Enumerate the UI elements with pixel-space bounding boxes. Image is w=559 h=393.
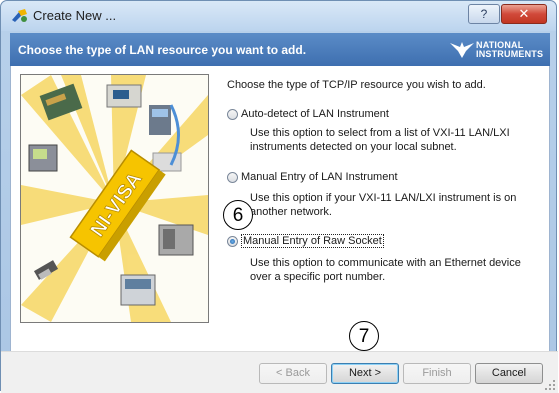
- wizard-header: Choose the type of LAN resource you want…: [10, 33, 550, 66]
- radio-manual-lan-instrument[interactable]: Manual Entry of LAN Instrument: [227, 171, 398, 183]
- auto-detect-description: Use this option to select from a list of…: [250, 127, 510, 153]
- radio-manual-lan-label[interactable]: Manual Entry of LAN Instrument: [241, 171, 398, 183]
- step-6-callout: 6: [223, 200, 253, 230]
- eagle-icon: [450, 42, 474, 58]
- resize-grip-icon[interactable]: [544, 379, 556, 391]
- help-button[interactable]: ?: [468, 4, 500, 24]
- raw-socket-description: Use this option to communicate with an E…: [250, 257, 521, 283]
- radio-manual-raw-socket[interactable]: Manual Entry of Raw Socket: [227, 234, 384, 249]
- radio-auto-detect[interactable]: Auto-detect of LAN Instrument: [227, 108, 389, 120]
- finish-button[interactable]: Finish: [403, 363, 471, 384]
- next-button[interactable]: Next >: [331, 363, 399, 384]
- step-7-callout: 7: [349, 321, 379, 351]
- wizard-content: NI-VISA Choose the type of TCP/IP resour…: [10, 66, 550, 351]
- ni-logo: NATIONAL INSTRUMENTS: [450, 39, 546, 61]
- header-title: Choose the type of LAN resource you want…: [18, 43, 307, 57]
- cancel-button[interactable]: Cancel: [475, 363, 543, 384]
- radio-auto-detect-circle[interactable]: [227, 108, 238, 120]
- ni-app-icon: [12, 9, 27, 22]
- radio-raw-socket-label[interactable]: Manual Entry of Raw Socket: [241, 234, 384, 249]
- ni-visa-illustration: NI-VISA: [20, 74, 209, 323]
- title-bar[interactable]: Create New ... ? ✕: [1, 1, 556, 31]
- ni-visa-artwork: NI-VISA: [21, 75, 208, 322]
- resource-type-prompt: Choose the type of TCP/IP resource you w…: [227, 79, 486, 91]
- manual-lan-description: Use this option if your VXI-11 LAN/LXI i…: [250, 192, 517, 218]
- back-button[interactable]: < Back: [259, 363, 327, 384]
- create-new-dialog: Create New ... ? ✕ Choose the type of LA…: [0, 0, 558, 393]
- wizard-footer: < Back Next > Finish Cancel: [1, 351, 558, 393]
- close-button[interactable]: ✕: [501, 4, 547, 24]
- radio-auto-detect-label[interactable]: Auto-detect of LAN Instrument: [241, 108, 389, 120]
- window-title: Create New ...: [33, 8, 117, 23]
- radio-raw-socket-circle[interactable]: [227, 235, 238, 247]
- logo-line-instruments: INSTRUMENTS: [476, 49, 544, 59]
- radio-manual-lan-circle[interactable]: [227, 171, 238, 183]
